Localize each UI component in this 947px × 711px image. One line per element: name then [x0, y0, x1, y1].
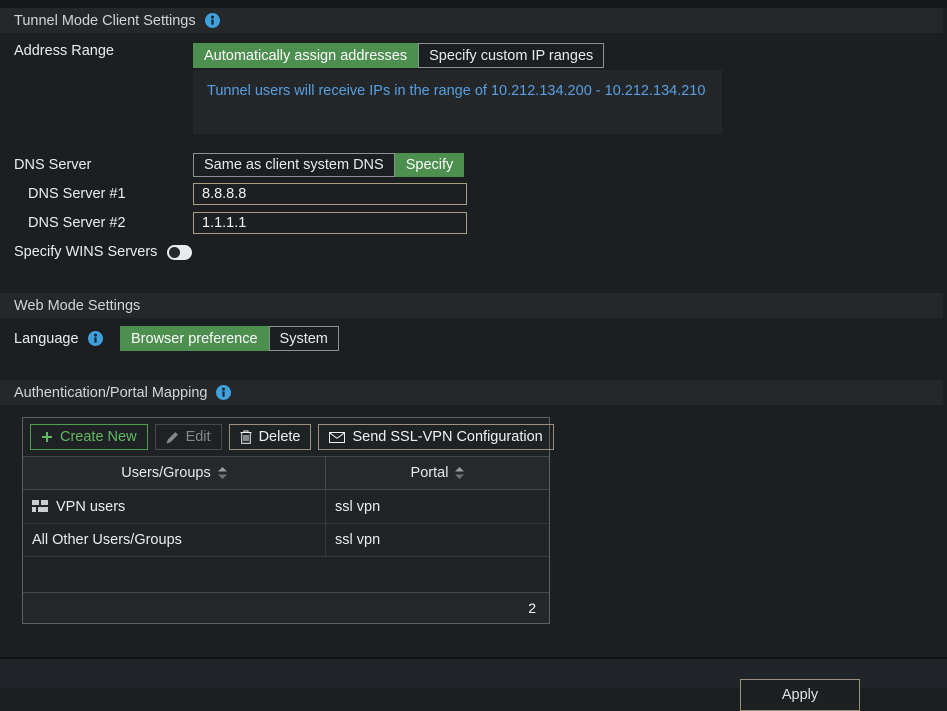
- delete-button[interactable]: Delete: [229, 424, 312, 450]
- table-header-row: Users/Groups Portal: [23, 456, 549, 490]
- language-label-group: Language: [14, 331, 120, 347]
- tunnel-info-icon[interactable]: [205, 13, 220, 28]
- portal-header-label: Portal: [411, 465, 449, 481]
- dns-server-1-label: DNS Server #1: [14, 186, 193, 202]
- delete-label: Delete: [259, 429, 301, 445]
- address-range-option-custom[interactable]: Specify custom IP ranges: [418, 43, 604, 68]
- language-info-icon[interactable]: [88, 331, 103, 346]
- portal-value: ssl vpn: [335, 532, 380, 548]
- portal-value: ssl vpn: [335, 499, 380, 515]
- section-title-tunnel: Tunnel Mode Client Settings: [14, 13, 196, 29]
- users-groups-cell: VPN users: [23, 490, 326, 523]
- table-row[interactable]: All Other Users/Groups ssl vpn: [23, 524, 549, 557]
- send-sslvpn-config-label: Send SSL-VPN Configuration: [352, 429, 542, 445]
- section-auth-portal-header: Authentication/Portal Mapping: [0, 380, 943, 405]
- bottom-bar: Apply: [0, 657, 947, 688]
- section-tunnel-mode-header: Tunnel Mode Client Settings: [0, 8, 943, 33]
- dns-option-same-as-client[interactable]: Same as client system DNS: [193, 153, 395, 177]
- row-count: 2: [528, 600, 536, 616]
- wins-toggle-knob: [169, 247, 180, 258]
- dns-option-specify[interactable]: Specify: [395, 153, 465, 177]
- address-range-info-text: Tunnel users will receive IPs in the ran…: [207, 83, 705, 99]
- dns-server-1-input[interactable]: [193, 183, 467, 205]
- pencil-icon: [166, 431, 179, 444]
- section-title-web-mode: Web Mode Settings: [14, 298, 140, 314]
- wins-row: Specify WINS Servers: [0, 244, 947, 260]
- edit-button[interactable]: Edit: [155, 424, 222, 450]
- address-range-row: Address Range Automatically assign addre…: [0, 43, 947, 68]
- sslvpn-settings-page: Tunnel Mode Client Settings Address Rang…: [0, 0, 947, 688]
- envelope-icon: [329, 432, 345, 443]
- column-header-portal[interactable]: Portal: [326, 457, 549, 489]
- user-group-icon: [32, 500, 48, 513]
- dns-server-2-row: DNS Server #2: [0, 212, 947, 234]
- dns-server-label: DNS Server: [14, 157, 193, 173]
- dns-server-segmented: Same as client system DNS Specify: [193, 153, 464, 177]
- table-footer: 2: [23, 592, 549, 623]
- table-empty-area: [23, 557, 549, 592]
- portal-cell: ssl vpn: [326, 524, 549, 556]
- edit-label: Edit: [186, 429, 211, 445]
- section-web-mode-header: Web Mode Settings: [0, 293, 943, 318]
- create-new-label: Create New: [60, 429, 137, 445]
- address-range-segmented: Automatically assign addresses Specify c…: [193, 43, 604, 68]
- apply-button[interactable]: Apply: [740, 679, 860, 711]
- top-strip: [0, 0, 947, 8]
- plus-icon: [41, 431, 53, 443]
- wins-label: Specify WINS Servers: [14, 244, 157, 260]
- portal-cell: ssl vpn: [326, 490, 549, 523]
- dns-server-2-label: DNS Server #2: [14, 215, 193, 231]
- wins-toggle[interactable]: [167, 245, 192, 260]
- address-range-info-panel: Tunnel users will receive IPs in the ran…: [193, 70, 722, 134]
- users-groups-cell: All Other Users/Groups: [23, 524, 326, 556]
- users-groups-value: VPN users: [56, 499, 125, 515]
- users-groups-value: All Other Users/Groups: [32, 532, 182, 548]
- table-row[interactable]: VPN users ssl vpn: [23, 490, 549, 524]
- auth-portal-info-icon[interactable]: [216, 385, 231, 400]
- language-segmented: Browser preference System: [120, 326, 339, 351]
- sort-icon: [218, 467, 227, 479]
- sort-icon: [455, 467, 464, 479]
- settings-main: Tunnel Mode Client Settings Address Rang…: [0, 0, 947, 657]
- dns-server-row: DNS Server Same as client system DNS Spe…: [0, 153, 947, 177]
- address-range-label: Address Range: [14, 43, 193, 59]
- portal-mapping-table: Create New Edit Delete: [22, 417, 550, 624]
- column-header-users-groups[interactable]: Users/Groups: [23, 457, 326, 489]
- users-groups-header-label: Users/Groups: [121, 465, 210, 481]
- language-row: Language Browser preference System: [0, 326, 947, 351]
- trash-icon: [240, 430, 252, 444]
- send-sslvpn-config-button[interactable]: Send SSL-VPN Configuration: [318, 424, 553, 450]
- create-new-button[interactable]: Create New: [30, 424, 148, 450]
- section-title-auth-portal: Authentication/Portal Mapping: [14, 385, 207, 401]
- address-range-option-auto[interactable]: Automatically assign addresses: [193, 43, 418, 68]
- language-label: Language: [14, 331, 79, 347]
- portal-mapping-toolbar: Create New Edit Delete: [23, 418, 549, 456]
- dns-server-2-input[interactable]: [193, 212, 467, 234]
- language-option-browser[interactable]: Browser preference: [120, 326, 269, 351]
- dns-server-1-row: DNS Server #1: [0, 183, 947, 205]
- language-option-system[interactable]: System: [269, 326, 339, 351]
